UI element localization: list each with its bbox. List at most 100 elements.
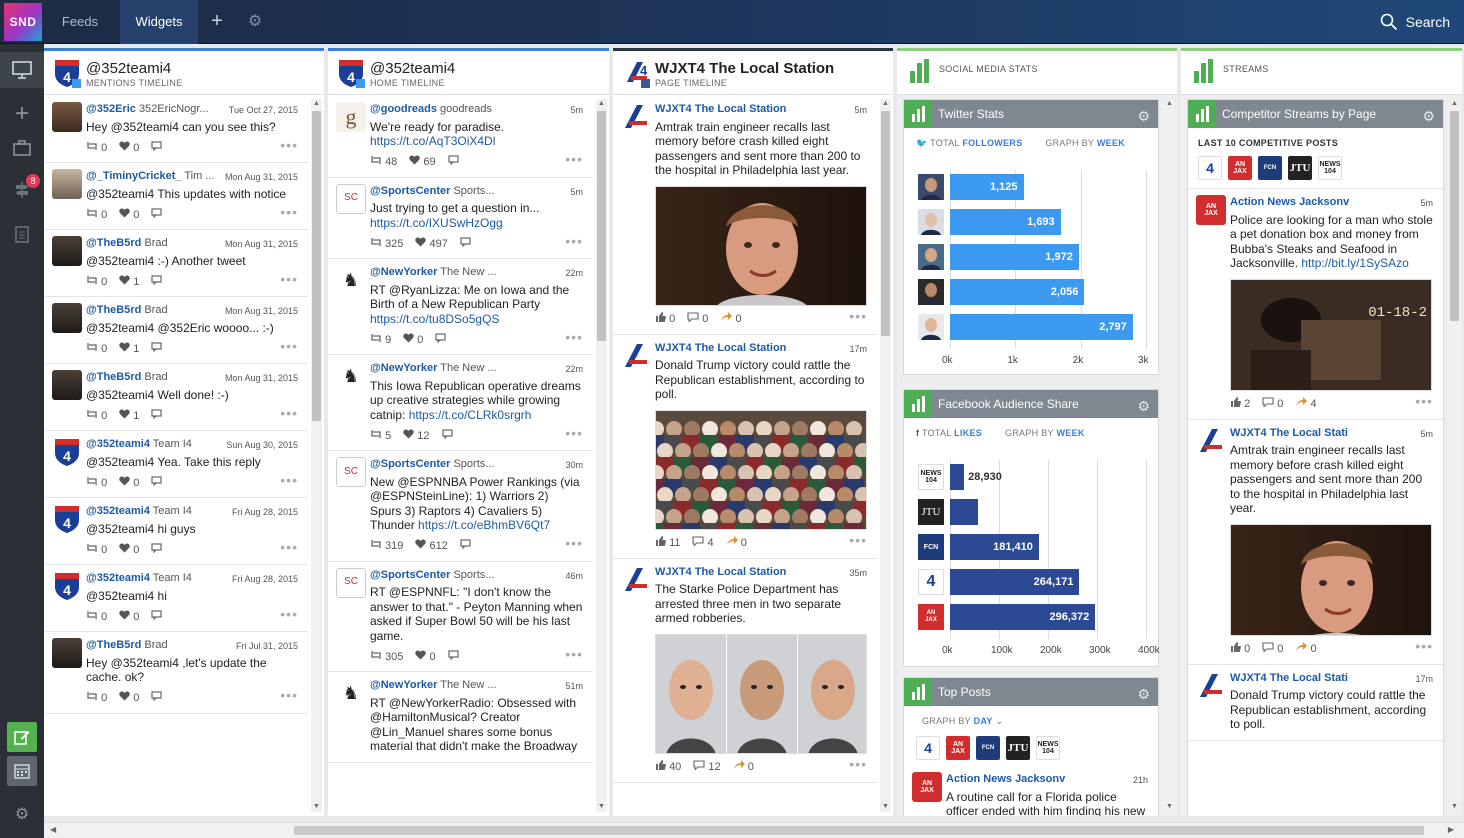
competitor-post[interactable]: AN JAX Action News Jacksonv 5m Police are… <box>1188 189 1443 420</box>
comment-button[interactable]: 12 <box>693 760 721 775</box>
fcn-logo-icon[interactable]: FCN <box>976 736 1000 760</box>
reply-button[interactable] <box>151 141 162 156</box>
page-post[interactable]: WJXT4 The Local Station 35m The Starke P… <box>613 559 877 783</box>
tweet-handle[interactable]: @SportsCenter <box>370 185 450 197</box>
tweet[interactable]: 4 @352teami4 Team I4 Sun Aug 30, 2015 @3… <box>44 431 308 498</box>
like-button[interactable]: 0 <box>119 476 139 491</box>
bar[interactable] <box>950 499 979 525</box>
like-button[interactable]: 11 <box>655 536 680 551</box>
reply-button[interactable] <box>448 650 459 665</box>
more-options-icon[interactable]: ••• <box>565 425 583 441</box>
bar[interactable]: 2,056 <box>950 279 1085 305</box>
tweet-handle[interactable]: @_TiminyCricket_ <box>86 170 182 182</box>
gear-icon[interactable]: ⚙ <box>1422 102 1435 130</box>
like-button[interactable]: 612 <box>415 539 448 554</box>
tweet-link[interactable]: https://t.co/IXUSwHzOgg <box>370 216 503 230</box>
comment-button[interactable]: 0 <box>1262 642 1283 657</box>
times-union-logo-icon[interactable]: JTU <box>1006 736 1030 760</box>
more-options-icon[interactable]: ••• <box>849 533 867 548</box>
retweet-button[interactable]: 0 <box>86 208 107 223</box>
wjxt4-avatar[interactable] <box>621 340 651 371</box>
competitor-post[interactable]: WJXT4 The Local Stati 5m Amtrak train en… <box>1188 420 1443 665</box>
share-button[interactable]: 0 <box>1295 642 1317 657</box>
scrollbar[interactable]: ▲ ▼ <box>880 99 891 812</box>
retweet-button[interactable]: 0 <box>86 610 107 625</box>
tweet-handle[interactable]: @SportsCenter <box>370 458 450 470</box>
reply-button[interactable] <box>460 237 471 252</box>
bar[interactable]: 1,693 <box>950 209 1061 235</box>
avatar[interactable]: 4 <box>52 437 82 467</box>
avatar[interactable]: SC <box>336 457 366 487</box>
tweet[interactable]: SC @SportsCenter Sports... 30m New @ESPN… <box>328 451 593 562</box>
avatar[interactable]: g <box>336 102 366 132</box>
retweet-button[interactable]: 0 <box>86 141 107 156</box>
share-button[interactable]: 4 <box>1295 397 1317 412</box>
action-news-jax-logo-icon[interactable]: AN JAX <box>946 736 970 760</box>
series-avatar-icon[interactable] <box>918 279 944 305</box>
like-button[interactable]: 0 <box>1230 642 1250 657</box>
more-options-icon[interactable]: ••• <box>280 606 298 622</box>
post-author[interactable]: WJXT4 The Local Stati <box>1230 427 1348 439</box>
more-options-icon[interactable]: ••• <box>565 233 583 249</box>
wjxt4-avatar[interactable] <box>621 564 651 595</box>
more-options-icon[interactable]: ••• <box>280 338 298 354</box>
post-link[interactable]: http://bit.ly/1SySAzo <box>1301 256 1408 270</box>
action-news-jax-logo-icon[interactable]: AN JAX <box>1228 156 1252 180</box>
page-post[interactable]: WJXT4 The Local Station 5m Amtrak train … <box>613 96 877 335</box>
gear-icon[interactable]: ⚙ <box>1137 102 1150 130</box>
tweet[interactable]: 4 @352teami4 Team I4 Fri Aug 28, 2015 @3… <box>44 498 308 565</box>
reply-button[interactable] <box>151 476 162 491</box>
tab-settings-gear-icon[interactable]: ⚙ <box>245 13 265 33</box>
like-button[interactable]: 1 <box>119 275 139 290</box>
wjxt4-avatar[interactable] <box>1196 425 1226 456</box>
tweet[interactable]: @TheB5rd Brad Mon Aug 31, 2015 @352teami… <box>44 364 308 431</box>
reply-button[interactable] <box>441 429 453 444</box>
series-avatar-icon[interactable]: JTU <box>918 499 944 525</box>
avatar[interactable] <box>52 102 82 132</box>
post-author[interactable]: WJXT4 The Local Station <box>655 103 786 115</box>
horizontal-scrollbar[interactable]: ◀ ▶ <box>44 822 1464 838</box>
chevron-down-icon[interactable]: ⌄ <box>995 716 1003 726</box>
more-options-icon[interactable]: ••• <box>280 271 298 287</box>
tweet[interactable]: g @goodreads goodreads 5m We're ready fo… <box>328 96 593 178</box>
avatar[interactable] <box>52 303 82 333</box>
tweet[interactable]: ♞ @NewYorker The New ... 22m This Iowa R… <box>328 355 593 451</box>
tweet-handle[interactable]: @NewYorker <box>370 266 437 278</box>
tweet-handle[interactable]: @352Eric <box>86 103 136 115</box>
wjxt4-logo-icon[interactable]: 4 <box>916 736 940 760</box>
compose-icon[interactable] <box>7 722 37 752</box>
avatar[interactable] <box>52 169 82 199</box>
bar[interactable]: 264,171 <box>950 569 1080 595</box>
retweet-button[interactable]: 0 <box>86 342 107 357</box>
avatar[interactable]: ♞ <box>336 265 366 295</box>
news-104-logo-icon[interactable]: NEWS 104 <box>1318 156 1342 180</box>
user-settings-icon[interactable]: ⚙ <box>4 796 40 832</box>
retweet-button[interactable]: 5 <box>370 429 391 444</box>
post-image[interactable] <box>655 185 867 306</box>
tweet[interactable]: @TheB5rd Brad Fri Jul 31, 2015 Hey @352t… <box>44 632 308 714</box>
like-button[interactable]: 0 <box>119 141 139 156</box>
scrollbar[interactable]: ▲ ▼ <box>1164 99 1175 812</box>
reply-button[interactable] <box>435 333 446 348</box>
reply-button[interactable] <box>151 543 162 558</box>
avatar[interactable] <box>52 236 82 266</box>
gear-icon[interactable]: ⚙ <box>1137 392 1150 420</box>
like-button[interactable]: 12 <box>403 429 430 444</box>
reply-button[interactable] <box>151 691 162 706</box>
search-button[interactable]: Search <box>1380 12 1450 32</box>
more-options-icon[interactable]: ••• <box>280 405 298 421</box>
more-options-icon[interactable]: ••• <box>565 152 583 167</box>
like-button[interactable]: 2 <box>1230 397 1250 412</box>
add-tab-icon[interactable]: + <box>204 11 230 33</box>
tweet-handle[interactable]: @TheB5rd <box>86 371 141 383</box>
gear-icon[interactable]: ⚙ <box>1137 680 1150 708</box>
series-avatar-icon[interactable]: NEWS 104 <box>918 464 944 490</box>
like-button[interactable]: 69 <box>409 155 436 170</box>
tweet[interactable]: 4 @352teami4 Team I4 Fri Aug 28, 2015 @3… <box>44 565 308 632</box>
monitor-icon[interactable] <box>0 52 44 88</box>
like-button[interactable]: 497 <box>415 237 448 252</box>
comment-button[interactable]: 0 <box>1262 397 1283 412</box>
scrollbar[interactable]: ▲ ▼ <box>1449 99 1460 812</box>
competitor-post[interactable]: WJXT4 The Local Stati 17m Donald Trump v… <box>1188 665 1443 741</box>
tweet-handle[interactable]: @NewYorker <box>370 679 437 691</box>
